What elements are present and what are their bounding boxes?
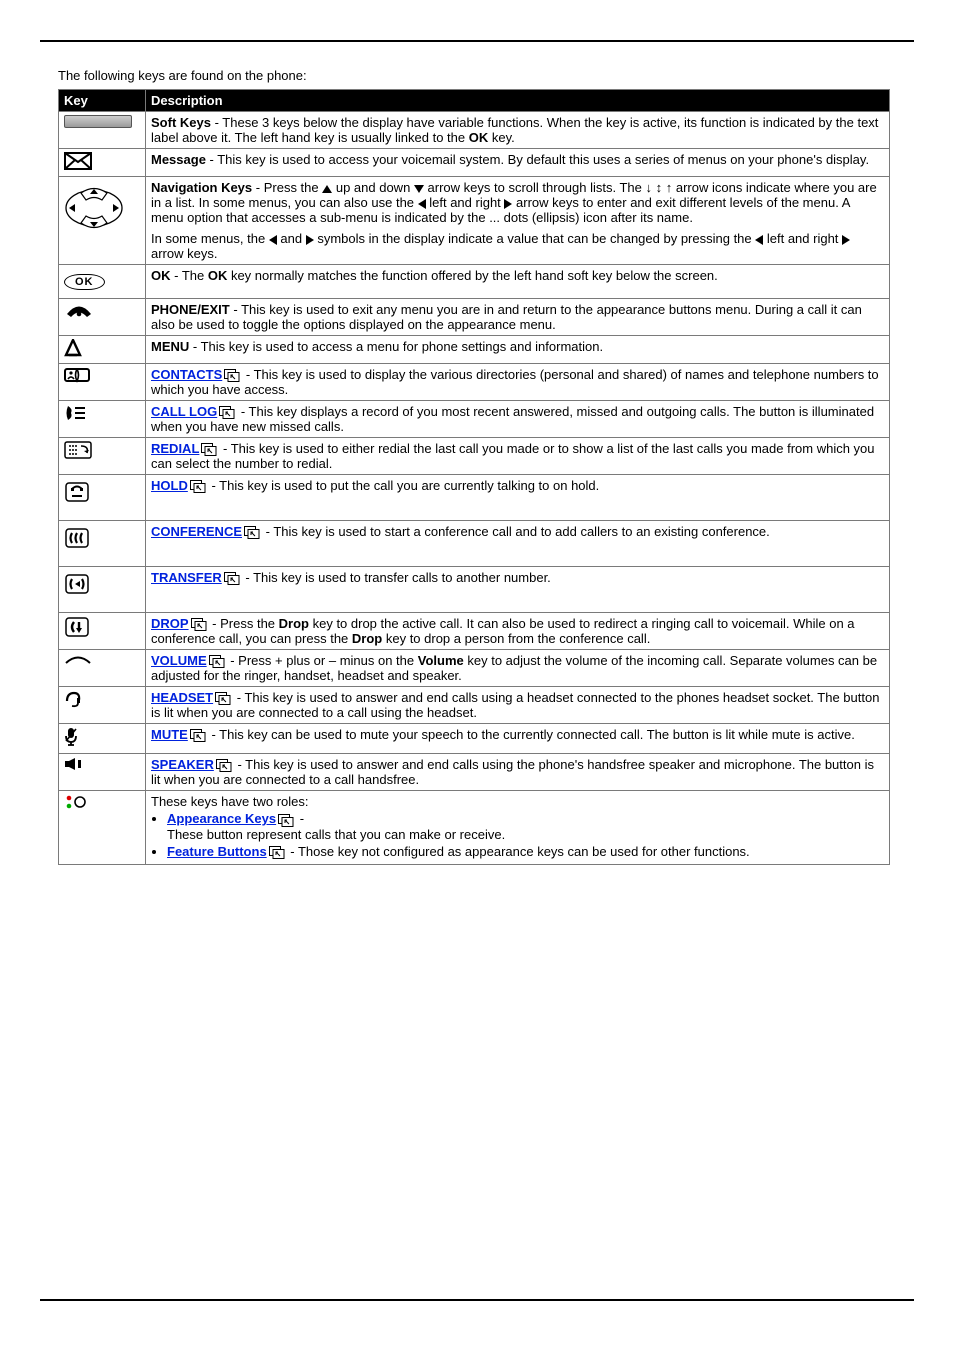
col-key: Key [59, 90, 146, 112]
popup-icon [201, 443, 217, 456]
desc-conference: CONFERENCE - This key is used to start a… [146, 521, 890, 567]
popup-icon [190, 729, 206, 742]
appearance-keys-link[interactable]: Appearance Keys [167, 811, 276, 826]
popup-icon [219, 406, 235, 419]
conference-icon [64, 527, 90, 552]
table-row: MENU - This key is used to access a menu… [59, 336, 890, 364]
redial-icon [64, 441, 92, 462]
desc-message: Message - This key is used to access you… [146, 149, 890, 177]
popup-icon [224, 369, 240, 382]
desc-calllog: CALL LOG - This key displays a record of… [146, 401, 890, 438]
navigation-keys-icon [64, 180, 124, 239]
desc-volume: VOLUME - Press + plus or – minus on the … [146, 650, 890, 687]
call-log-icon [64, 404, 86, 425]
phone-exit-icon [64, 302, 94, 321]
popup-icon [269, 846, 285, 859]
conference-link[interactable]: CONFERENCE [151, 524, 242, 539]
contacts-icon [64, 367, 90, 386]
right-arrow-icon [306, 235, 314, 245]
headset-icon [64, 690, 82, 711]
desc-speaker: SPEAKER - This key is used to answer and… [146, 754, 890, 791]
intro-text: The following keys are found on the phon… [58, 68, 914, 83]
table-row: Message - This key is used to access you… [59, 149, 890, 177]
softkeys-icon [64, 115, 132, 128]
list-item: Appearance Keys - These button represent… [167, 811, 884, 841]
table-row: VOLUME - Press + plus or – minus on the … [59, 650, 890, 687]
left-arrow-icon [269, 235, 277, 245]
table-row: These keys have two roles: Appearance Ke… [59, 791, 890, 864]
redial-link[interactable]: REDIAL [151, 441, 199, 456]
desc-redial: REDIAL - This key is used to either redi… [146, 438, 890, 475]
volume-link[interactable]: VOLUME [151, 653, 207, 668]
mute-link[interactable]: MUTE [151, 727, 188, 742]
desc-transfer: TRANSFER - This key is used to transfer … [146, 567, 890, 613]
table-row: HEADSET - This key is used to answer and… [59, 687, 890, 724]
table-row: CONFERENCE - This key is used to start a… [59, 521, 890, 567]
table-row: MUTE - This key can be used to mute your… [59, 724, 890, 754]
left-arrow-icon [418, 199, 426, 209]
popup-icon [209, 655, 225, 668]
popup-icon [224, 572, 240, 585]
table-row: PHONE/EXIT - This key is used to exit an… [59, 299, 890, 336]
popup-icon [191, 618, 207, 631]
desc-headset: HEADSET - This key is used to answer and… [146, 687, 890, 724]
headset-link[interactable]: HEADSET [151, 690, 213, 705]
desc-softkeys: Soft Keys - These 3 keys below the displ… [146, 112, 890, 149]
speaker-link[interactable]: SPEAKER [151, 757, 214, 772]
volume-icon [64, 653, 92, 668]
drop-link[interactable]: DROP [151, 616, 189, 631]
message-icon [64, 152, 92, 173]
table-row: REDIAL - This key is used to either redi… [59, 438, 890, 475]
desc-ok: OK - The OK key normally matches the fun… [146, 265, 890, 299]
transfer-icon [64, 573, 90, 598]
ok-icon: OK [64, 274, 105, 290]
popup-icon [278, 814, 294, 827]
desc-navigation: Navigation Keys - Press the up and down … [146, 177, 890, 265]
up-arrow-icon [322, 185, 332, 193]
list-item: Feature Buttons - Those key not configur… [167, 844, 884, 859]
hold-icon [64, 481, 90, 506]
right-arrow-icon [842, 235, 850, 245]
table-row: TRANSFER - This key is used to transfer … [59, 567, 890, 613]
col-desc: Description [146, 90, 890, 112]
popup-icon [216, 759, 232, 772]
popup-icon [190, 480, 206, 493]
table-row: DROP - Press the Drop key to drop the ac… [59, 613, 890, 650]
table-row: SPEAKER - This key is used to answer and… [59, 754, 890, 791]
menu-icon [64, 339, 82, 360]
hold-link[interactable]: HOLD [151, 478, 188, 493]
popup-icon [244, 526, 260, 539]
desc-hold: HOLD - This key is used to put the call … [146, 475, 890, 521]
appearance-feature-icon [64, 794, 86, 813]
desc-menu: MENU - This key is used to access a menu… [146, 336, 890, 364]
drop-icon [64, 616, 90, 641]
feature-buttons-link[interactable]: Feature Buttons [167, 844, 267, 859]
calllog-link[interactable]: CALL LOG [151, 404, 217, 419]
contacts-link[interactable]: CONTACTS [151, 367, 222, 382]
desc-drop: DROP - Press the Drop key to drop the ac… [146, 613, 890, 650]
table-row: OK OK - The OK key normally matches the … [59, 265, 890, 299]
table-row: HOLD - This key is used to put the call … [59, 475, 890, 521]
table-row: Soft Keys - These 3 keys below the displ… [59, 112, 890, 149]
table-row: CALL LOG - This key displays a record of… [59, 401, 890, 438]
desc-contacts: CONTACTS - This key is used to display t… [146, 364, 890, 401]
keys-table: Key Description Soft Keys - These 3 keys… [58, 89, 890, 865]
speaker-icon [64, 757, 84, 774]
mute-icon [64, 727, 78, 750]
table-row: Navigation Keys - Press the up and down … [59, 177, 890, 265]
transfer-link[interactable]: TRANSFER [151, 570, 222, 585]
down-arrow-icon [414, 185, 424, 193]
desc-mute: MUTE - This key can be used to mute your… [146, 724, 890, 754]
table-row: CONTACTS - This key is used to display t… [59, 364, 890, 401]
desc-appfeat: These keys have two roles: Appearance Ke… [146, 791, 890, 864]
desc-phone: PHONE/EXIT - This key is used to exit an… [146, 299, 890, 336]
popup-icon [215, 692, 231, 705]
